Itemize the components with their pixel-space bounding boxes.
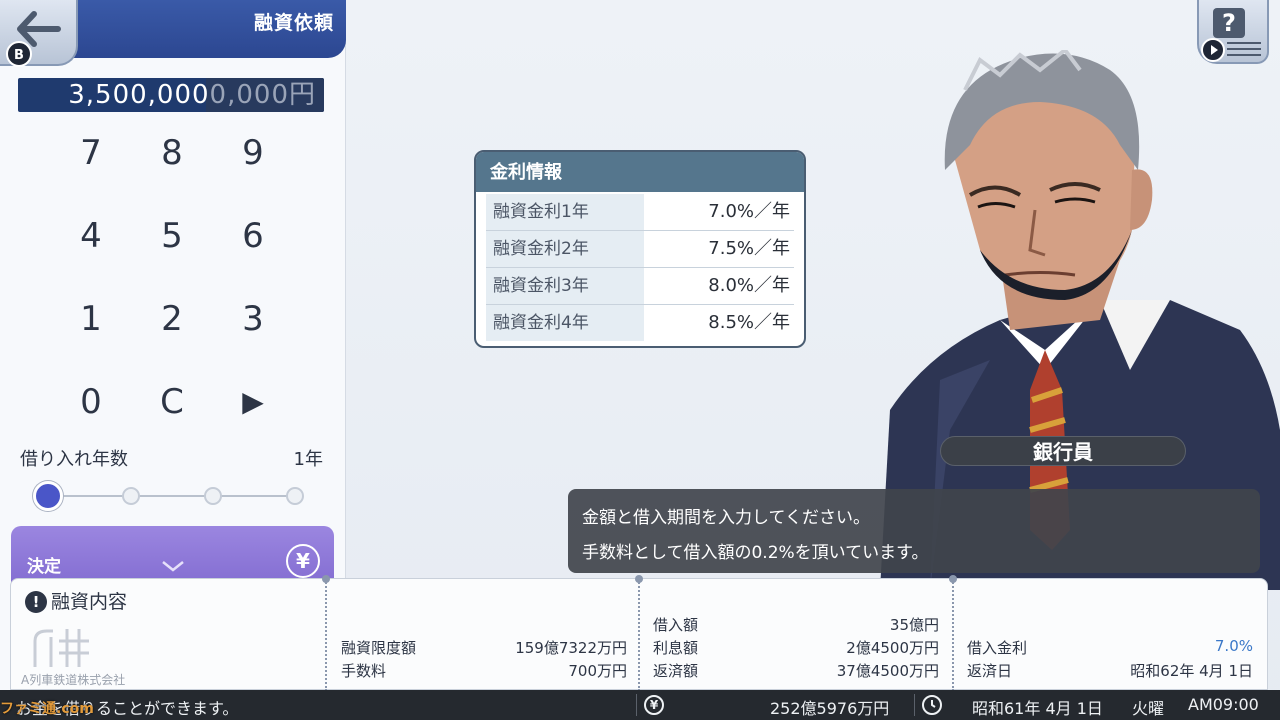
rate-value: 7.0%／年 — [708, 201, 790, 222]
yen-icon: ¥ — [286, 544, 320, 578]
key-5[interactable]: 5 — [137, 205, 207, 267]
key-8[interactable]: 8 — [137, 122, 207, 184]
repay-amount-value: 37億4500万円 — [836, 662, 939, 680]
key-next-arrow[interactable]: ▶ — [218, 371, 288, 433]
page-title: 融資依頼 — [253, 12, 334, 34]
repay-amount-label: 返済額 — [653, 662, 699, 680]
borrow-amount-label: 借入額 — [653, 616, 699, 634]
amount-display: 3,500,0000,000円 — [18, 78, 324, 112]
funds-display: 252億5976万円 — [770, 699, 890, 718]
decide-label: 決定 — [27, 557, 61, 577]
loan-years-value: 1年 — [293, 449, 323, 470]
rate-label: 融資金利1年 — [486, 194, 644, 230]
key-0[interactable]: 0 — [56, 371, 126, 433]
key-clear[interactable]: C — [137, 371, 207, 433]
amount-entered: 3,500,000 — [68, 80, 210, 110]
loan-details-title: ! 融資内容 — [25, 587, 127, 614]
game-screen: 融資依頼 B 3,500,0000,000円 7 8 9 4 5 6 1 2 3… — [0, 0, 1280, 720]
rate-value: 7.5%／年 — [708, 238, 790, 259]
key-3[interactable]: 3 — [218, 288, 288, 350]
rate-value: 8.5%／年 — [708, 312, 790, 333]
key-7[interactable]: 7 — [56, 122, 126, 184]
repay-date-value: 昭和62年 4月 1日 — [1130, 662, 1253, 680]
chevron-down-icon — [162, 561, 184, 572]
key-1[interactable]: 1 — [56, 288, 126, 350]
game-date: 昭和61年 4月 1日 — [972, 699, 1103, 718]
status-bar: お金を借りることができます。 ¥ 252億5976万円 昭和61年 4月 1日 … — [0, 690, 1280, 720]
divider — [914, 694, 915, 716]
amount-unit: 円 — [288, 80, 316, 110]
alert-icon: ! — [25, 591, 47, 613]
interest-amount-label: 利息額 — [653, 639, 699, 657]
amount-remaining: 0,000 — [209, 80, 289, 110]
dialogue-box: 金額と借入期間を入力してください。 手数料として借入額の0.2%を頂いています。 — [568, 489, 1260, 573]
borrow-amount-value: 35億円 — [889, 616, 939, 634]
limit-label: 融資限度額 — [341, 639, 417, 657]
dialogue-line: 手数料として借入額の0.2%を頂いています。 — [582, 543, 929, 563]
key-2[interactable]: 2 — [137, 288, 207, 350]
rate-row: 融資金利2年 7.5%／年 — [486, 231, 794, 268]
loan-years-slider[interactable] — [48, 495, 298, 497]
help-icon: ? — [1213, 8, 1245, 38]
numeric-keypad: 7 8 9 4 5 6 1 2 3 0 C ▶ — [40, 122, 300, 452]
slider-step-4[interactable] — [286, 487, 304, 505]
rate-label: 融資金利3年 — [486, 268, 644, 304]
divider — [949, 575, 957, 691]
limit-value: 159億7322万円 — [515, 639, 627, 657]
rate-label: 融資金利4年 — [486, 305, 644, 341]
key-6[interactable]: 6 — [218, 205, 288, 267]
rate-table-title: 金利情報 — [476, 152, 804, 192]
loan-details-title-text: 融資内容 — [51, 591, 128, 613]
rate-row: 融資金利4年 8.5%／年 — [486, 305, 794, 342]
clock-icon — [922, 695, 942, 715]
divider — [322, 575, 330, 691]
divider — [636, 694, 637, 716]
fee-value: 700万円 — [568, 662, 627, 680]
loan-years-label: 借り入れ年数 — [20, 449, 128, 470]
slider-step-3[interactable] — [204, 487, 222, 505]
company-logo — [33, 629, 89, 667]
fee-label: 手数料 — [341, 662, 387, 680]
slider-step-2[interactable] — [122, 487, 140, 505]
help-button[interactable]: ? — [1197, 0, 1269, 64]
interest-rate-table: 金利情報 融資金利1年 7.0%／年 融資金利2年 7.5%／年 融資金利3年 … — [474, 150, 806, 348]
yen-icon: ¥ — [644, 695, 664, 715]
speaker-name-plate: 銀行員 — [940, 436, 1186, 466]
company-name: A列車鉄道株式会社 — [21, 673, 126, 687]
loan-details-panel: ! 融資内容 A列車鉄道株式会社 融資限度額 159億7322万円 手数料 700… — [10, 575, 1268, 691]
back-button[interactable]: B — [0, 0, 78, 67]
b-button-badge: B — [6, 41, 32, 67]
slider-knob[interactable] — [33, 481, 63, 511]
game-time: AM09:00 — [1188, 695, 1259, 714]
repay-date-label: 返済日 — [967, 662, 1013, 680]
list-lines-icon — [1227, 42, 1261, 60]
game-weekday: 火曜 — [1132, 699, 1165, 718]
watermark-logo: ファミ通.com — [0, 701, 94, 717]
key-9[interactable]: 9 — [218, 122, 288, 184]
interest-amount-value: 2億4500万円 — [846, 639, 939, 657]
rate-value: 8.0%／年 — [708, 275, 790, 296]
divider — [635, 575, 643, 691]
rate-row: 融資金利3年 8.0%／年 — [486, 268, 794, 305]
dialogue-line: 金額と借入期間を入力してください。 — [582, 508, 870, 528]
rate-label: 融資金利2年 — [486, 231, 644, 267]
rate-row: 融資金利1年 7.0%／年 — [486, 194, 794, 231]
loan-rate-value: 7.0% — [1214, 637, 1253, 655]
key-4[interactable]: 4 — [56, 205, 126, 267]
play-badge-icon — [1201, 38, 1225, 62]
loan-rate-label: 借入金利 — [967, 639, 1028, 657]
